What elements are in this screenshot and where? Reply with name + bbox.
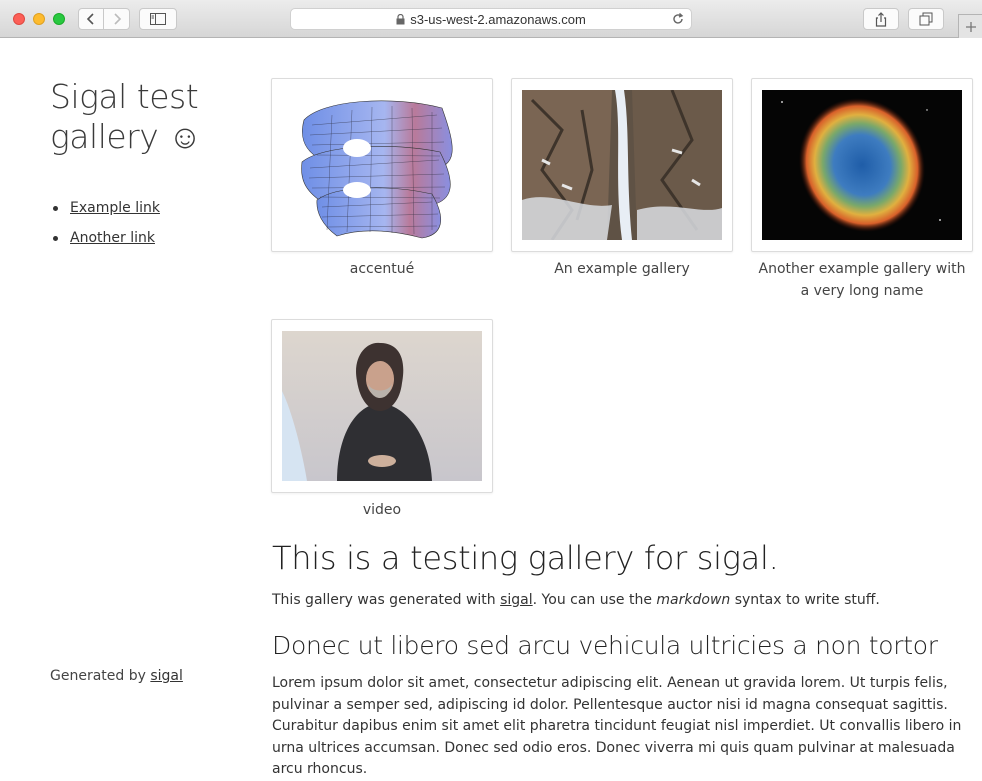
album-image-frame[interactable] <box>751 78 973 252</box>
example-link[interactable]: Example link <box>70 200 160 216</box>
intro-emphasis: markdown <box>656 592 731 608</box>
section-subheading: Donec ut libero sed arcu vehicula ultric… <box>272 631 938 660</box>
album-caption[interactable]: video <box>271 499 493 521</box>
sidebar-link-item: Another link <box>50 227 160 257</box>
description-heading: This is a testing gallery for sigal. <box>272 539 779 577</box>
waterfall-photo <box>522 90 722 240</box>
site-title: Sigal test gallery ☺ <box>50 77 202 156</box>
share-button[interactable] <box>863 8 899 30</box>
album-image-frame[interactable] <box>271 78 493 252</box>
reload-icon[interactable] <box>671 12 685 29</box>
browser-toolbar: s3-us-west-2.amazonaws.com <box>0 0 982 38</box>
album-thumbnail[interactable]: video <box>271 319 493 521</box>
footer-text: Generated by <box>50 668 151 684</box>
intro-middle: . You can use the <box>532 592 657 608</box>
ring-nebula-photo <box>762 90 962 240</box>
footer-sigal-link[interactable]: sigal <box>150 668 183 684</box>
new-tab-button[interactable] <box>958 14 982 38</box>
album-thumbnail[interactable]: An example gallery <box>511 78 733 280</box>
chevron-left-icon <box>86 13 94 25</box>
album-image-frame[interactable] <box>511 78 733 252</box>
footer: Generated by sigal <box>50 668 183 684</box>
share-icon <box>875 11 887 27</box>
intro-sigal-link[interactable]: sigal <box>500 592 533 608</box>
helicoid-surface-image <box>301 100 453 239</box>
sidebar-icon <box>150 13 166 25</box>
intro-after: syntax to write stuff. <box>730 592 880 608</box>
intro-before: This gallery was generated with <box>272 592 501 608</box>
close-window-button[interactable] <box>13 13 25 25</box>
minimize-window-button[interactable] <box>33 13 45 25</box>
album-caption[interactable]: Another example gallery with a very long… <box>751 258 973 302</box>
album-thumbnail[interactable]: Another example gallery with a very long… <box>751 78 973 302</box>
forward-button[interactable] <box>104 8 130 30</box>
zoom-window-button[interactable] <box>53 13 65 25</box>
album-thumbnail[interactable]: accentué <box>271 78 493 280</box>
album-caption[interactable]: An example gallery <box>511 258 733 280</box>
body-paragraph: Lorem ipsum dolor sit amet, consectetur … <box>272 675 962 777</box>
address-bar[interactable]: s3-us-west-2.amazonaws.com <box>290 8 692 30</box>
tabs-icon <box>919 12 933 26</box>
intro-text: This gallery was generated with sigal. Y… <box>272 589 880 611</box>
video-still-image <box>282 331 482 481</box>
lock-icon <box>396 13 405 25</box>
album-caption[interactable]: accentué <box>271 258 493 280</box>
plus-icon <box>965 21 976 32</box>
tabs-overview-button[interactable] <box>908 8 944 30</box>
another-link[interactable]: Another link <box>70 230 155 246</box>
sidebar-toggle-button[interactable] <box>139 8 177 30</box>
sidebar-links: Example link Another link <box>50 197 160 257</box>
back-button[interactable] <box>78 8 104 30</box>
url-text: s3-us-west-2.amazonaws.com <box>410 11 586 27</box>
chevron-right-icon <box>113 13 121 25</box>
album-image-frame[interactable] <box>271 319 493 493</box>
sidebar-link-item: Example link <box>50 197 160 227</box>
